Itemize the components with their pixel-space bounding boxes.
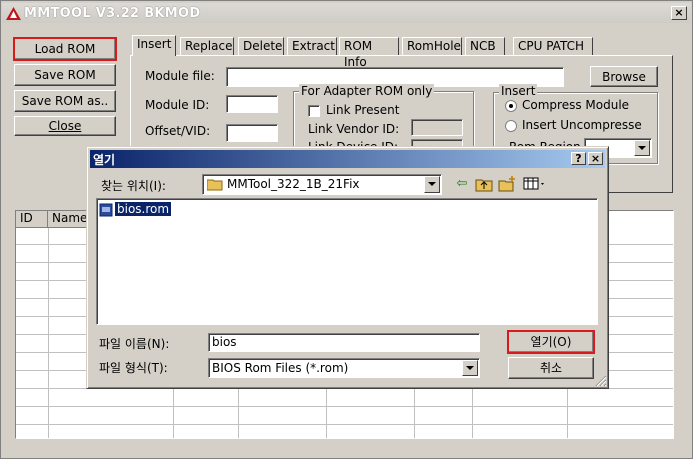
filename-label: 파일 이름(N):: [99, 337, 170, 351]
app-title: MMTOOL V3.22 BKMOD: [24, 6, 201, 21]
offset-vid-label: Offset/VID:: [145, 124, 211, 138]
adapter-group-title: For Adapter ROM only: [299, 84, 435, 98]
dialog-help-button[interactable]: ?: [571, 152, 586, 165]
dialog-title-bar: 열기 ? ×: [90, 150, 605, 168]
tab-replace[interactable]: Replace: [180, 37, 234, 55]
filetype-combo[interactable]: BIOS Rom Files (*.rom): [208, 358, 480, 378]
tab-cpu-patch[interactable]: CPU PATCH: [513, 37, 593, 55]
filetype-value: BIOS Rom Files (*.rom): [212, 361, 349, 375]
insert-uncompressed-radio[interactable]: [505, 120, 517, 132]
new-folder-icon[interactable]: [498, 176, 516, 192]
back-icon[interactable]: ⇦: [453, 176, 471, 192]
module-file-label: Module file:: [145, 69, 215, 83]
file-list[interactable]: bios.rom: [96, 198, 598, 325]
open-file-dialog: 열기 ? × 찾는 위치(I): MMTool_322_1B_21Fix ⇦ b…: [86, 146, 609, 389]
window-close-button[interactable]: ×: [671, 6, 687, 20]
tab-extract[interactable]: Extract: [287, 37, 337, 55]
file-item-name: bios.rom: [113, 201, 173, 217]
filename-value: bios: [212, 335, 237, 349]
main-window: MMTOOL V3.22 BKMOD × Load ROM Save ROM S…: [0, 0, 693, 459]
look-in-value: MMTool_322_1B_21Fix: [227, 177, 360, 191]
rom-file-icon: [99, 203, 113, 217]
title-bar: MMTOOL V3.22 BKMOD ×: [2, 3, 691, 23]
insert-group-title: Insert: [499, 84, 538, 98]
app-icon: [6, 7, 21, 20]
chevron-down-icon: [638, 146, 646, 150]
compress-module-radio[interactable]: [505, 100, 517, 112]
folder-icon: [207, 179, 223, 191]
dialog-close-button[interactable]: ×: [588, 152, 603, 165]
filename-input[interactable]: bios: [208, 333, 480, 352]
close-button[interactable]: Close: [14, 116, 116, 136]
tab-insert[interactable]: Insert: [132, 35, 176, 56]
filetype-dropdown-button[interactable]: [462, 360, 478, 376]
link-present-label: Link Present: [326, 103, 400, 117]
rom-region-dropdown-button[interactable]: [634, 140, 650, 156]
chevron-down-icon: [428, 182, 436, 186]
look-in-combo[interactable]: MMTool_322_1B_21Fix: [202, 174, 442, 195]
look-in-dropdown-button[interactable]: [424, 176, 440, 193]
cancel-button[interactable]: 취소: [508, 357, 594, 379]
tab-ncb[interactable]: NCB: [465, 37, 505, 55]
link-vendor-label: Link Vendor ID:: [308, 122, 400, 136]
tab-romhole[interactable]: RomHole: [402, 37, 462, 55]
open-button[interactable]: 열기(O): [507, 330, 595, 354]
offset-vid-input[interactable]: [226, 124, 278, 142]
dialog-title: 열기: [93, 153, 116, 167]
load-rom-button[interactable]: Load ROM: [13, 37, 117, 61]
compress-module-label: Compress Module: [522, 98, 630, 112]
filetype-label: 파일 형식(T):: [99, 361, 168, 375]
view-menu-icon[interactable]: [523, 176, 547, 192]
grid-header-id[interactable]: ID: [16, 211, 48, 228]
tab-rom-info[interactable]: ROM Info: [339, 37, 399, 69]
module-id-input[interactable]: [226, 95, 278, 113]
resize-grip-icon[interactable]: [595, 375, 607, 387]
module-id-label: Module ID:: [145, 98, 210, 112]
tab-delete[interactable]: Delete: [238, 37, 284, 55]
look-in-label: 찾는 위치(I):: [101, 179, 166, 193]
browse-button[interactable]: Browse: [590, 66, 658, 87]
insert-uncompressed-label: Insert Uncompresse: [522, 118, 642, 132]
save-rom-as-button[interactable]: Save ROM as..: [14, 90, 116, 112]
save-rom-button[interactable]: Save ROM: [14, 64, 116, 86]
link-vendor-input[interactable]: [411, 119, 463, 136]
link-present-checkbox[interactable]: [308, 105, 320, 117]
chevron-down-icon: [466, 366, 474, 370]
up-folder-icon[interactable]: [475, 176, 493, 192]
